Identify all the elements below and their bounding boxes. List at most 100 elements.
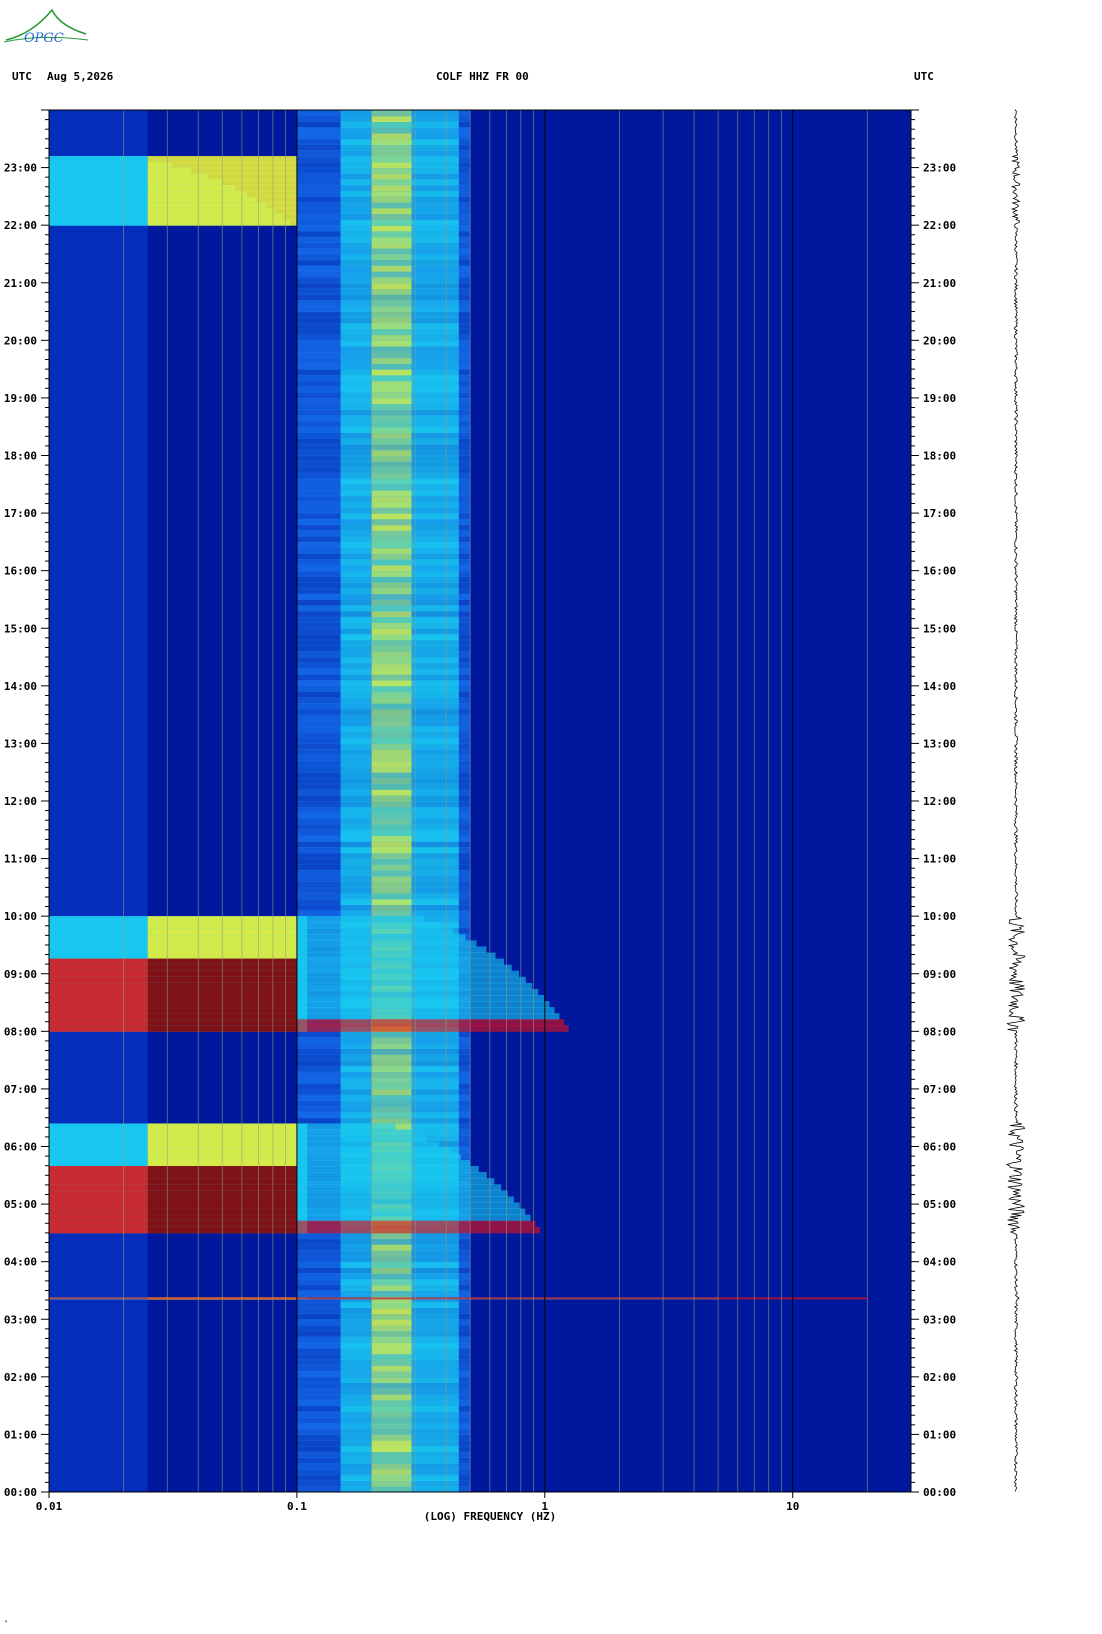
microseism-core-row <box>371 259 412 266</box>
microseism-core-row <box>371 806 412 814</box>
microseism-core-row <box>371 438 412 445</box>
microseism-core-row <box>371 599 412 606</box>
y-tick-label-right: 17:00 <box>923 507 956 520</box>
event-2-low <box>49 1019 148 1026</box>
event-2-tail <box>296 982 533 990</box>
microseism-core-row <box>371 1255 412 1263</box>
microseism-core-row <box>371 219 412 226</box>
event-2-tail <box>296 1001 550 1008</box>
event-1-tail <box>296 1190 508 1197</box>
event-2-low <box>49 922 148 929</box>
event-3-low <box>49 219 148 226</box>
microseism-core-row <box>371 760 412 767</box>
microseism-core-row <box>371 242 412 249</box>
microseism-core-row <box>371 570 412 577</box>
microseism-core-row <box>371 1088 412 1096</box>
event-1-low <box>49 1226 148 1234</box>
event-3-low <box>49 167 148 174</box>
microseism-core-row <box>371 1325 412 1332</box>
microseism-core-row <box>371 236 412 243</box>
microseism-core-row <box>371 110 412 117</box>
microseism-core-row <box>371 1267 412 1274</box>
event-1-low <box>49 1208 148 1216</box>
microseism-core-row <box>371 1307 412 1314</box>
microseism-core-row <box>371 1440 412 1447</box>
microseism-core-row <box>371 645 412 652</box>
event-1-low <box>49 1147 148 1155</box>
event-2-low <box>49 934 148 941</box>
microseism-core-row <box>371 248 412 255</box>
microseism-core-row <box>371 1405 412 1412</box>
event-3-low <box>49 207 148 215</box>
event-1-tail <box>296 1135 427 1143</box>
event-1-low <box>49 1135 148 1143</box>
event-1-tail <box>296 1214 531 1222</box>
event-1-tail <box>296 1208 526 1216</box>
event-1-tail <box>296 1166 479 1173</box>
microseism-core-row <box>371 311 412 318</box>
microseism-core-row <box>371 1348 412 1355</box>
microseism-core-row <box>371 1382 412 1389</box>
y-tick-label-right: 05:00 <box>923 1198 956 1211</box>
microseism-core-row <box>371 1417 412 1424</box>
event-1-tail <box>296 1129 413 1137</box>
microseism-core-row <box>371 587 412 595</box>
event-1-low <box>49 1220 148 1228</box>
microseism-core-row <box>371 1411 412 1418</box>
microseism-core-row <box>371 467 412 474</box>
microseism-core-row <box>371 1301 412 1309</box>
microseism-core-row <box>371 634 412 641</box>
event-1-tail <box>296 1178 495 1185</box>
microseism-core-row <box>371 680 412 687</box>
microseism-core-row <box>371 490 412 497</box>
microseism-core-row <box>371 380 412 387</box>
microseism-core-row <box>371 1232 412 1240</box>
microseism-core-row <box>371 518 412 526</box>
x-tick-label: 10 <box>786 1500 799 1513</box>
microseism-core-row <box>371 841 412 848</box>
y-tick-label-right: 09:00 <box>923 968 956 981</box>
microseism-core-row <box>371 374 412 382</box>
event-2-low <box>49 946 148 954</box>
event-2-low <box>49 1025 148 1032</box>
microseism-core-row <box>371 1031 412 1038</box>
microseism-core-row <box>371 1451 412 1458</box>
event-2-low <box>49 994 148 1002</box>
microseism-core-row <box>371 1106 412 1113</box>
event-1-low <box>49 1178 148 1185</box>
y-tick-label-right: 07:00 <box>923 1083 956 1096</box>
y-tick-label-left: 06:00 <box>4 1141 37 1154</box>
microseism-core-row <box>371 1371 412 1378</box>
microseism-core-row <box>371 708 412 716</box>
y-tick-label-right: 00:00 <box>923 1486 956 1499</box>
microseism-core-row <box>371 910 412 917</box>
microseism-core-row <box>371 472 412 480</box>
event-1-low <box>49 1159 148 1167</box>
microseism-core-row <box>371 300 412 307</box>
microseism-core-row <box>371 225 412 232</box>
event-2-low <box>49 958 148 966</box>
event-2-tail <box>296 928 454 935</box>
microseism-core-row <box>371 674 412 681</box>
microseism-core-row <box>371 1048 412 1055</box>
microseism-core-row <box>371 351 412 359</box>
event-1-low <box>49 1214 148 1222</box>
y-tick-label-right: 01:00 <box>923 1428 956 1441</box>
microseism-core-row <box>371 904 412 911</box>
event-1-tail <box>296 1123 396 1131</box>
x-tick-label: 0.1 <box>287 1500 307 1513</box>
microseism-core-row <box>371 1238 412 1245</box>
microseism-core-row <box>371 691 412 698</box>
microseism-core-row <box>371 1117 412 1124</box>
event-1-low <box>49 1123 148 1131</box>
x-axis-label: (LOG) FREQUENCY (HZ) <box>424 1510 556 1523</box>
y-tick-label-left: 08:00 <box>4 1025 37 1038</box>
seismogram-path <box>1005 109 1026 1492</box>
microseism-core-row <box>371 858 412 865</box>
microseism-core-row <box>371 1077 412 1084</box>
microseism-core-row <box>371 622 412 629</box>
event-2-low <box>49 988 148 996</box>
event-3-low <box>49 179 148 186</box>
microseism-core-row <box>371 1422 412 1430</box>
microseism-core-row <box>371 161 412 169</box>
